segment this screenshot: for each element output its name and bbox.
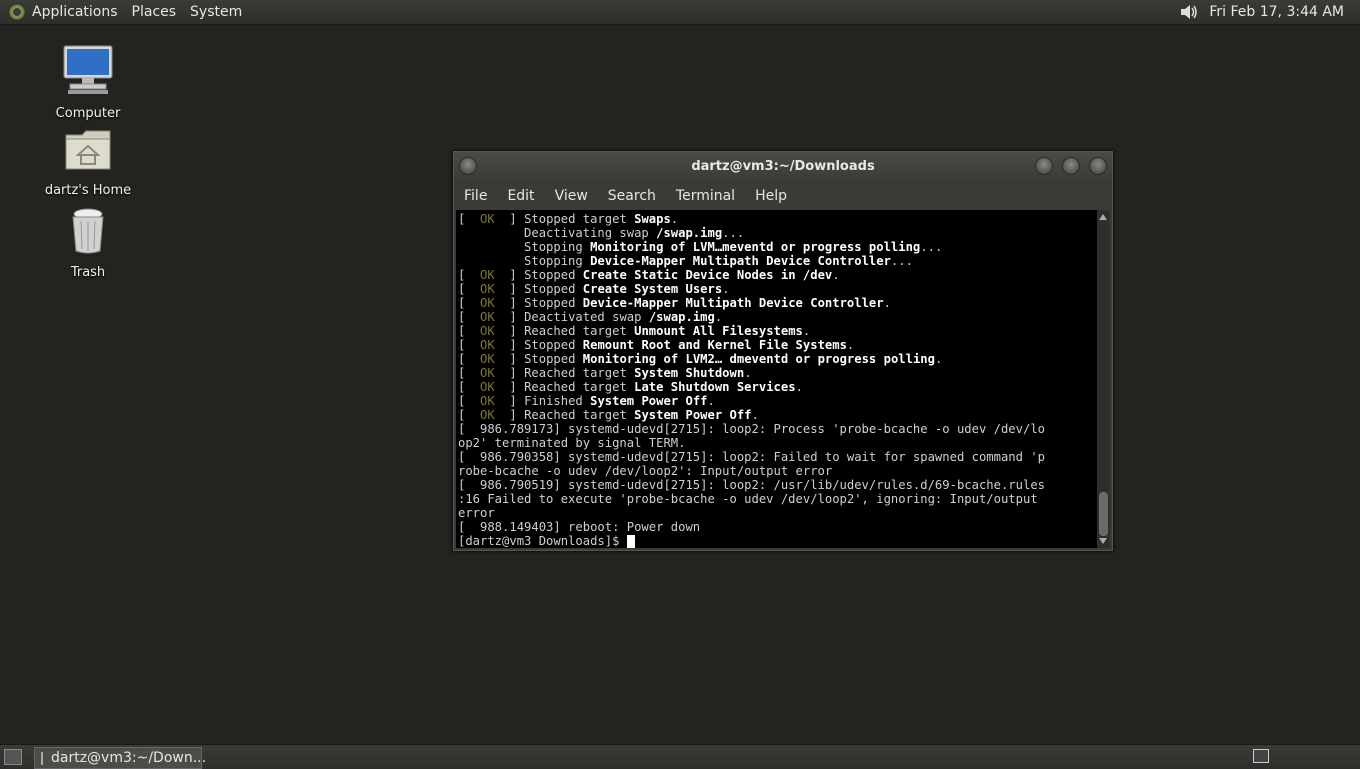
terminal-line: [ OK ] Reached target Unmount All Filesy… bbox=[458, 324, 811, 338]
terminal-line: [ OK ] Stopped Monitoring of LVM2… dmeve… bbox=[458, 352, 943, 366]
bottom-panel: dartz@vm3:~/Down... bbox=[0, 744, 1360, 769]
home-folder-icon bbox=[33, 127, 143, 177]
scroll-thumb[interactable] bbox=[1099, 492, 1108, 536]
terminal-line: Deactivating swap /swap.img... bbox=[458, 226, 745, 240]
terminal-line: [ OK ] Stopped Create Static Device Node… bbox=[458, 268, 840, 282]
terminal-line: [ 986.790519] systemd-udevd[2715]: loop2… bbox=[458, 478, 1045, 492]
terminal-task-icon bbox=[41, 751, 43, 765]
terminal-line: [ 986.789173] systemd-udevd[2715]: loop2… bbox=[458, 422, 1045, 436]
show-desktop-icon[interactable] bbox=[4, 749, 22, 765]
places-menu[interactable]: Places bbox=[132, 4, 177, 20]
home-label: dartz's Home bbox=[44, 183, 132, 198]
computer-desktop-icon[interactable]: Computer bbox=[33, 44, 143, 121]
menu-file[interactable]: File bbox=[464, 188, 487, 204]
terminal-menubar: File Edit View Search Terminal Help bbox=[454, 182, 1112, 210]
minimize-button[interactable] bbox=[1035, 157, 1053, 175]
menu-search[interactable]: Search bbox=[608, 188, 656, 204]
terminal-line: error bbox=[458, 506, 495, 520]
terminal-scrollbar[interactable] bbox=[1097, 210, 1110, 548]
distro-logo-icon[interactable] bbox=[8, 3, 26, 21]
workspace-switcher[interactable] bbox=[1253, 749, 1269, 763]
terminal-line: [ OK ] Reached target System Shutdown. bbox=[458, 366, 752, 380]
terminal-window[interactable]: dartz@vm3:~/Downloads File Edit View Sea… bbox=[453, 151, 1113, 551]
terminal-line: :16 Failed to execute 'probe-bcache -o u… bbox=[458, 492, 1038, 506]
window-titlebar[interactable]: dartz@vm3:~/Downloads bbox=[454, 152, 1112, 182]
menu-edit[interactable]: Edit bbox=[507, 188, 534, 204]
system-menu[interactable]: System bbox=[190, 4, 242, 20]
terminal-line: [ OK ] Reached target System Power Off. bbox=[458, 408, 759, 422]
terminal-line: [ OK ] Stopped target Swaps. bbox=[458, 212, 679, 226]
computer-icon bbox=[33, 44, 143, 100]
terminal-line: [ OK ] Stopped Create System Users. bbox=[458, 282, 730, 296]
top-panel: Applications Places System Fri Feb 17, 3… bbox=[0, 0, 1360, 25]
close-button[interactable] bbox=[1089, 157, 1107, 175]
terminal-output-area[interactable]: [ OK ] Stopped target Swaps. Deactivatin… bbox=[456, 210, 1097, 548]
applications-menu[interactable]: Applications bbox=[32, 4, 118, 20]
clock[interactable]: Fri Feb 17, 3:44 AM bbox=[1209, 4, 1344, 20]
home-desktop-icon[interactable]: dartz's Home bbox=[33, 127, 143, 198]
terminal-line: robe-bcache -o udev /dev/loop2': Input/o… bbox=[458, 464, 833, 478]
computer-label: Computer bbox=[55, 106, 121, 121]
terminal-cursor bbox=[626, 535, 635, 548]
terminal-line: [ 988.149403] reboot: Power down bbox=[458, 520, 701, 534]
taskbar-terminal-button[interactable]: dartz@vm3:~/Down... bbox=[34, 747, 206, 769]
task-label: dartz@vm3:~/Down... bbox=[51, 750, 207, 766]
menu-help[interactable]: Help bbox=[755, 188, 787, 204]
trash-desktop-icon[interactable]: Trash bbox=[33, 207, 143, 280]
trash-icon bbox=[33, 207, 143, 259]
window-menu-button[interactable] bbox=[459, 157, 477, 175]
terminal-line: Stopping Device-Mapper Multipath Device … bbox=[458, 254, 913, 268]
scroll-down-arrow-icon[interactable] bbox=[1099, 538, 1107, 544]
maximize-button[interactable] bbox=[1062, 157, 1080, 175]
terminal-prompt: [dartz@vm3 Downloads]$ bbox=[458, 534, 1097, 548]
window-title: dartz@vm3:~/Downloads bbox=[691, 159, 875, 174]
terminal-line: Stopping Monitoring of LVM…meventd or pr… bbox=[458, 240, 943, 254]
terminal-output: [ OK ] Stopped target Swaps. Deactivatin… bbox=[456, 210, 1097, 548]
terminal-line: [ OK ] Stopped Device-Mapper Multipath D… bbox=[458, 296, 891, 310]
terminal-line: op2' terminated by signal TERM. bbox=[458, 436, 686, 450]
volume-icon[interactable] bbox=[1179, 3, 1199, 21]
terminal-line: [ OK ] Stopped Remount Root and Kernel F… bbox=[458, 338, 855, 352]
terminal-line: [ 986.790358] systemd-udevd[2715]: loop2… bbox=[458, 450, 1045, 464]
menu-terminal[interactable]: Terminal bbox=[676, 188, 735, 204]
terminal-line: [ OK ] Reached target Late Shutdown Serv… bbox=[458, 380, 803, 394]
menu-view[interactable]: View bbox=[555, 188, 588, 204]
trash-label: Trash bbox=[70, 265, 106, 280]
terminal-line: [ OK ] Deactivated swap /swap.img. bbox=[458, 310, 723, 324]
terminal-line: [ OK ] Finished System Power Off. bbox=[458, 394, 715, 408]
scroll-up-arrow-icon[interactable] bbox=[1099, 214, 1107, 220]
